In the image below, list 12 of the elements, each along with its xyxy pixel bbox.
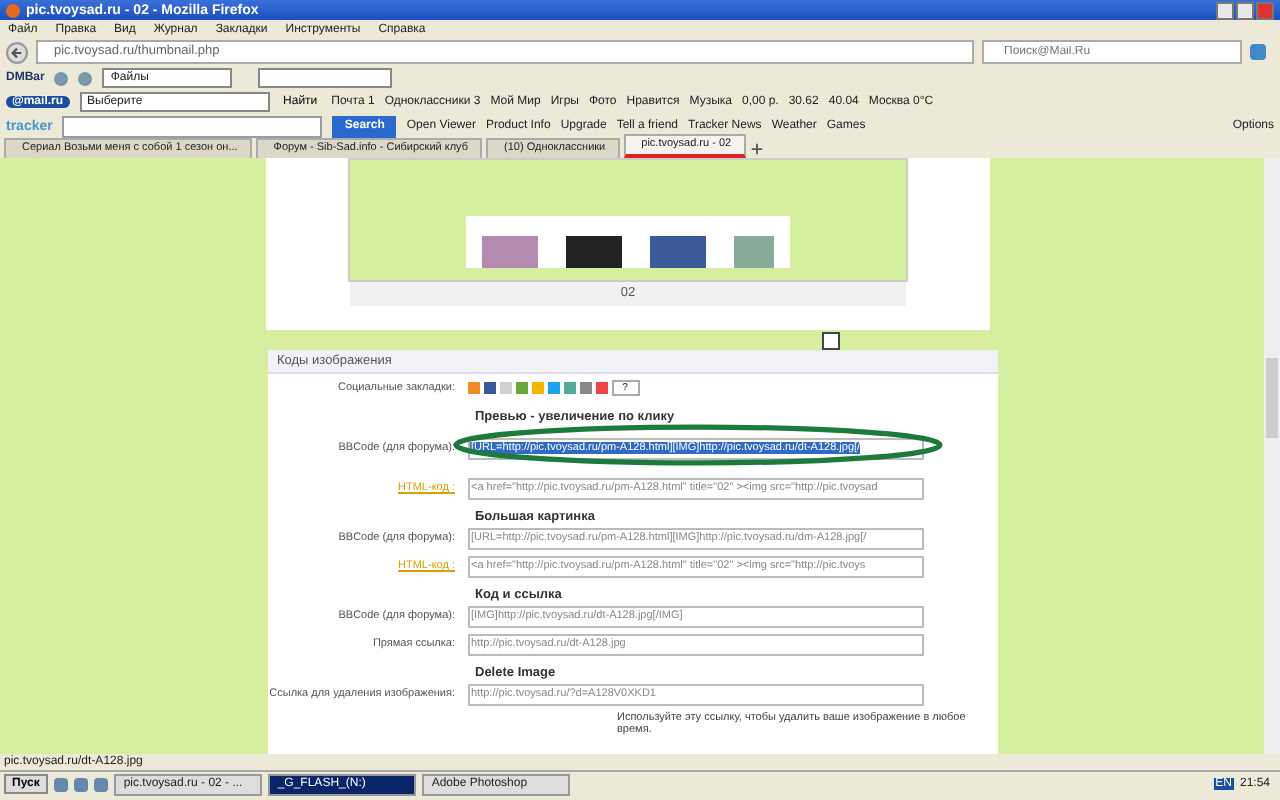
photo-placeholder — [650, 236, 706, 268]
resize-icon[interactable] — [822, 332, 840, 350]
photo-placeholder — [734, 236, 774, 268]
back-icon[interactable] — [6, 41, 28, 63]
search-field[interactable] — [62, 115, 323, 137]
photo-placeholder — [482, 236, 538, 268]
photo-placeholder — [566, 236, 622, 268]
maximize-icon[interactable] — [1236, 1, 1254, 19]
minimize-icon[interactable] — [1216, 1, 1234, 19]
new-tab-icon[interactable] — [749, 142, 764, 156]
text-field[interactable] — [258, 68, 393, 88]
scrollbar[interactable] — [1264, 158, 1280, 754]
